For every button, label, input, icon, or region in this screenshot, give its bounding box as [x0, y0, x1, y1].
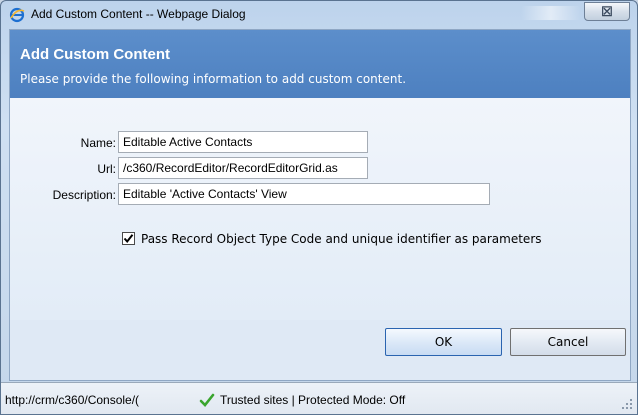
url-label: Url:: [97, 162, 116, 176]
name-label: Name:: [80, 136, 116, 150]
dialog-client-area: Add Custom Content Please provide the fo…: [9, 29, 631, 381]
status-url: http://crm/c360/Console/(: [5, 393, 140, 407]
security-zone[interactable]: Trusted sites | Protected Mode: Off: [220, 393, 405, 407]
cancel-button[interactable]: Cancel: [510, 328, 626, 356]
description-field[interactable]: Editable 'Active Contacts' View: [118, 183, 490, 205]
form-area: Name: Editable Active Contacts Url: /c36…: [10, 98, 630, 320]
status-bar: http://crm/c360/Console/( Trusted sites …: [1, 382, 637, 414]
title-bar[interactable]: Add Custom Content -- Webpage Dialog ☒: [1, 1, 637, 29]
dialog-window: Add Custom Content -- Webpage Dialog ☒ A…: [0, 0, 638, 415]
window-title: Add Custom Content -- Webpage Dialog: [31, 7, 246, 21]
pass-params-checkbox[interactable]: [122, 232, 135, 245]
resize-grip-icon[interactable]: [621, 397, 633, 411]
ie-icon: [9, 7, 25, 23]
title-bar-glow: [521, 6, 581, 20]
dialog-heading: Add Custom Content: [20, 46, 170, 63]
close-button[interactable]: ☒: [584, 2, 630, 21]
dialog-header: Add Custom Content Please provide the fo…: [10, 30, 630, 98]
close-icon: ☒: [601, 3, 613, 19]
button-bar: OK Cancel: [10, 320, 630, 380]
pass-params-label[interactable]: Pass Record Object Type Code and unique …: [141, 232, 542, 246]
checkmark-icon: [123, 234, 134, 244]
description-label: Description:: [52, 188, 116, 202]
ok-button[interactable]: OK: [385, 328, 502, 356]
dialog-subheading: Please provide the following information…: [20, 72, 407, 86]
url-field[interactable]: /c360/RecordEditor/RecordEditorGrid.as: [118, 157, 368, 179]
name-field[interactable]: Editable Active Contacts: [118, 131, 368, 153]
green-checkmark-icon: [199, 392, 215, 408]
